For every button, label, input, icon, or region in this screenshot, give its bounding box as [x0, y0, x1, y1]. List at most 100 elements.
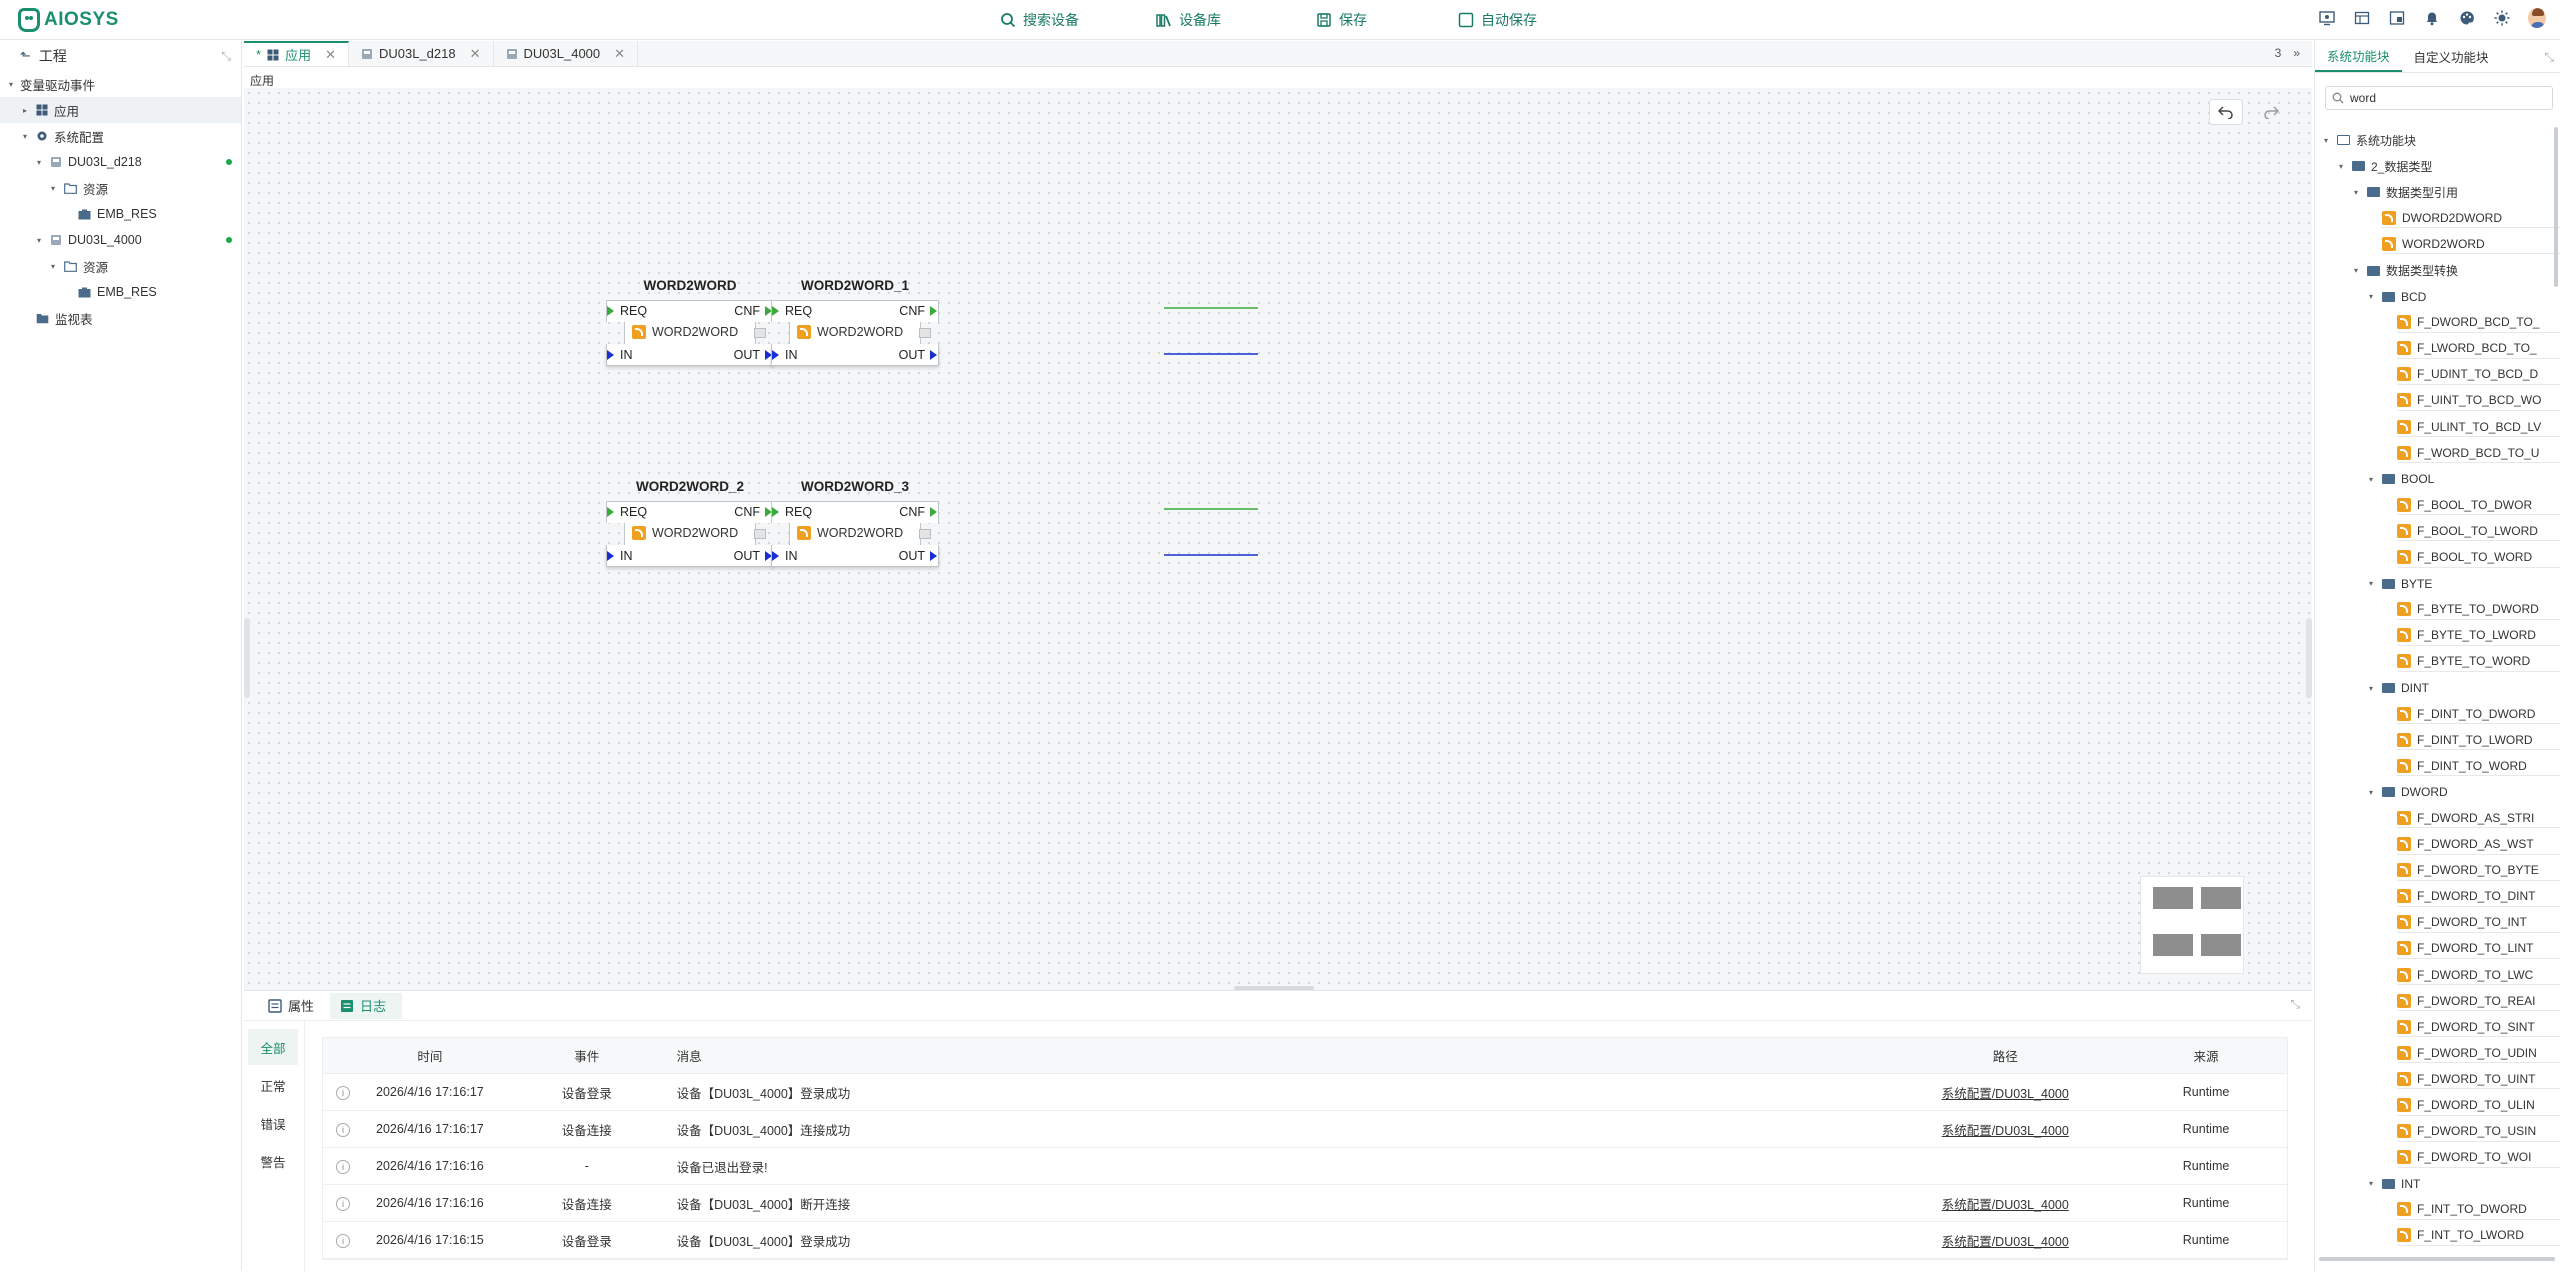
library-fb-item[interactable]: F_DWORD_AS_WST	[2315, 832, 2560, 858]
collapse-panel-icon[interactable]: ⤡	[2290, 997, 2300, 1012]
log-path-link[interactable]: 系统配置/DU03L_4000	[1942, 1087, 2069, 1101]
expand-arrow-icon[interactable]: ▾	[2366, 1179, 2376, 1188]
library-fb-item[interactable]: F_DINT_TO_LWORD	[2315, 727, 2560, 753]
palette-icon[interactable]	[2458, 9, 2476, 27]
tree-item[interactable]: ▾ 系统配置	[0, 123, 241, 149]
library-folder[interactable]: ▾ DINT	[2315, 675, 2560, 701]
autosave-checkbox[interactable]: 自动保存	[1458, 10, 1537, 30]
tree-item[interactable]: 监视表	[0, 305, 241, 331]
library-fb-item[interactable]: F_DWORD_BCD_TO_	[2315, 310, 2560, 336]
library-fb-item[interactable]: F_BOOL_TO_WORD	[2315, 545, 2560, 571]
library-fb-item[interactable]: F_ULINT_TO_BCD_LV	[2315, 414, 2560, 440]
data-output-port-icon[interactable]	[930, 551, 937, 561]
tab-properties[interactable]: 属性	[258, 993, 330, 1019]
library-folder[interactable]: ▾ INT	[2315, 1171, 2560, 1197]
library-folder[interactable]: ▾ 系统功能块	[2315, 127, 2560, 153]
library-folder[interactable]: ▾ BCD	[2315, 284, 2560, 310]
close-icon[interactable]: ✕	[470, 46, 481, 62]
event-output-port-icon[interactable]	[930, 507, 937, 517]
data-input-port-icon[interactable]	[607, 350, 614, 360]
tree-item[interactable]: ▸ 应用	[0, 97, 241, 123]
expand-arrow-icon[interactable]: ▾	[48, 184, 58, 193]
library-fb-item[interactable]: F_DWORD_TO_ULIN	[2315, 1092, 2560, 1118]
library-folder[interactable]: ▾ DWORD	[2315, 779, 2560, 805]
library-fb-item[interactable]: F_DWORD_TO_DINT	[2315, 884, 2560, 910]
library-fb-item[interactable]: F_INT_TO_DWORD	[2315, 1197, 2560, 1223]
expand-arrow-icon[interactable]: ▾	[2351, 188, 2361, 197]
library-fb-item[interactable]: DWORD2DWORD	[2315, 205, 2560, 231]
tree-item[interactable]: EMB_RES	[0, 279, 241, 305]
expand-arrow-icon[interactable]: ▾	[20, 132, 30, 141]
data-input-port-icon[interactable]	[607, 551, 614, 561]
library-folder[interactable]: ▾ BYTE	[2315, 571, 2560, 597]
tab-应用[interactable]: * 应用 ✕	[244, 41, 349, 66]
library-fb-item[interactable]: F_BYTE_TO_DWORD	[2315, 597, 2560, 623]
tree-item[interactable]: EMB_RES	[0, 201, 241, 227]
search-devices-button[interactable]: 搜索设备	[1000, 10, 1079, 30]
redo-button[interactable]	[2254, 99, 2288, 125]
library-fb-item[interactable]: F_UINT_TO_BCD_WO	[2315, 388, 2560, 414]
library-search-input[interactable]: word	[2325, 86, 2553, 110]
tree-item[interactable]: ▾ 资源	[0, 253, 241, 279]
table-row[interactable]: i 2026/4/16 17:16:17 设备连接 设备【DU03L_4000】连接成…	[323, 1111, 2287, 1148]
expand-arrow-icon[interactable]: ▾	[48, 262, 58, 271]
library-fb-item[interactable]: F_DINT_TO_WORD	[2315, 753, 2560, 779]
event-output-port-icon[interactable]	[930, 306, 937, 316]
close-icon[interactable]: ✕	[325, 47, 336, 63]
expand-arrow-icon[interactable]: ▾	[2366, 292, 2376, 301]
window-icon[interactable]	[2388, 9, 2406, 27]
collapse-panel-icon[interactable]: ⤡	[2544, 50, 2554, 65]
right-resize-handle[interactable]	[2306, 618, 2312, 698]
expand-arrow-icon[interactable]: ▾	[2336, 162, 2346, 171]
filter-1[interactable]: 正常	[248, 1067, 298, 1103]
tab-custom-fb[interactable]: 自定义功能块	[2402, 41, 2501, 72]
expand-arrow-icon[interactable]: ▾	[34, 236, 44, 245]
expand-arrow-icon[interactable]: ▾	[34, 158, 44, 167]
tree-item[interactable]: ▾ 变量驱动事件	[0, 71, 241, 97]
library-fb-item[interactable]: WORD2WORD	[2315, 231, 2560, 257]
tab-du03l_4000[interactable]: DU03L_4000 ✕	[494, 41, 639, 66]
expand-arrow-icon[interactable]: ▾	[2366, 475, 2376, 484]
library-folder[interactable]: ▾ 数据类型转换	[2315, 257, 2560, 283]
library-fb-item[interactable]: F_DINT_TO_DWORD	[2315, 701, 2560, 727]
library-fb-item[interactable]: F_DWORD_TO_UINT	[2315, 1066, 2560, 1092]
library-fb-item[interactable]: F_WORD_BCD_TO_U	[2315, 440, 2560, 466]
expand-arrow-icon[interactable]: ▸	[20, 106, 30, 115]
back-arrow-icon[interactable]: ⬑	[20, 48, 31, 64]
expand-arrow-icon[interactable]: ▾	[6, 80, 16, 89]
table-row[interactable]: i 2026/4/16 17:16:16 - 设备已退出登录! Runtime	[323, 1148, 2287, 1185]
library-fb-item[interactable]: F_UDINT_TO_BCD_D	[2315, 362, 2560, 388]
library-folder[interactable]: ▾ 数据类型引用	[2315, 179, 2560, 205]
expand-arrow-icon[interactable]: ▾	[2366, 684, 2376, 693]
event-input-port-icon[interactable]	[607, 306, 614, 316]
bell-icon[interactable]	[2423, 9, 2441, 27]
library-fb-item[interactable]: F_DWORD_TO_USIN	[2315, 1119, 2560, 1145]
library-fb-item[interactable]: F_INT_TO_LWORD	[2315, 1223, 2560, 1249]
undo-button[interactable]	[2209, 99, 2243, 125]
tab-log[interactable]: 日志	[330, 992, 403, 1019]
library-fb-item[interactable]: F_DWORD_TO_INT	[2315, 910, 2560, 936]
tab-system-fb[interactable]: 系统功能块	[2315, 41, 2402, 72]
library-fb-item[interactable]: F_BOOL_TO_DWOR	[2315, 492, 2560, 518]
library-folder[interactable]: ▾ 2_数据类型	[2315, 153, 2560, 179]
collapse-panel-icon[interactable]: ⤡	[221, 49, 231, 64]
library-fb-item[interactable]: F_DWORD_TO_LWC	[2315, 962, 2560, 988]
filter-3[interactable]: 警告	[248, 1143, 298, 1179]
close-icon[interactable]: ✕	[614, 46, 625, 62]
device-library-button[interactable]: 设备库	[1156, 10, 1221, 30]
event-input-port-icon[interactable]	[772, 507, 779, 517]
tab-overflow-icon[interactable]: »	[2293, 46, 2300, 60]
tab-du03l_d218[interactable]: DU03L_d218 ✕	[349, 41, 494, 66]
tree-item[interactable]: ▾ 资源	[0, 175, 241, 201]
expand-arrow-icon[interactable]: ▾	[2366, 579, 2376, 588]
log-path-link[interactable]: 系统配置/DU03L_4000	[1942, 1198, 2069, 1212]
expand-arrow-icon[interactable]: ▾	[2366, 788, 2376, 797]
library-fb-item[interactable]: F_BYTE_TO_WORD	[2315, 649, 2560, 675]
library-fb-item[interactable]: F_DWORD_TO_WOI	[2315, 1145, 2560, 1171]
library-fb-item[interactable]: F_DWORD_AS_STRI	[2315, 805, 2560, 831]
table-row[interactable]: i 2026/4/16 17:16:15 设备登录 设备【DU03L_4000】登录成…	[323, 1222, 2287, 1259]
library-fb-item[interactable]: F_DWORD_TO_SINT	[2315, 1014, 2560, 1040]
library-fb-item[interactable]: F_DWORD_TO_LINT	[2315, 936, 2560, 962]
log-path-link[interactable]: 系统配置/DU03L_4000	[1942, 1235, 2069, 1249]
library-folder[interactable]: ▾ BOOL	[2315, 466, 2560, 492]
